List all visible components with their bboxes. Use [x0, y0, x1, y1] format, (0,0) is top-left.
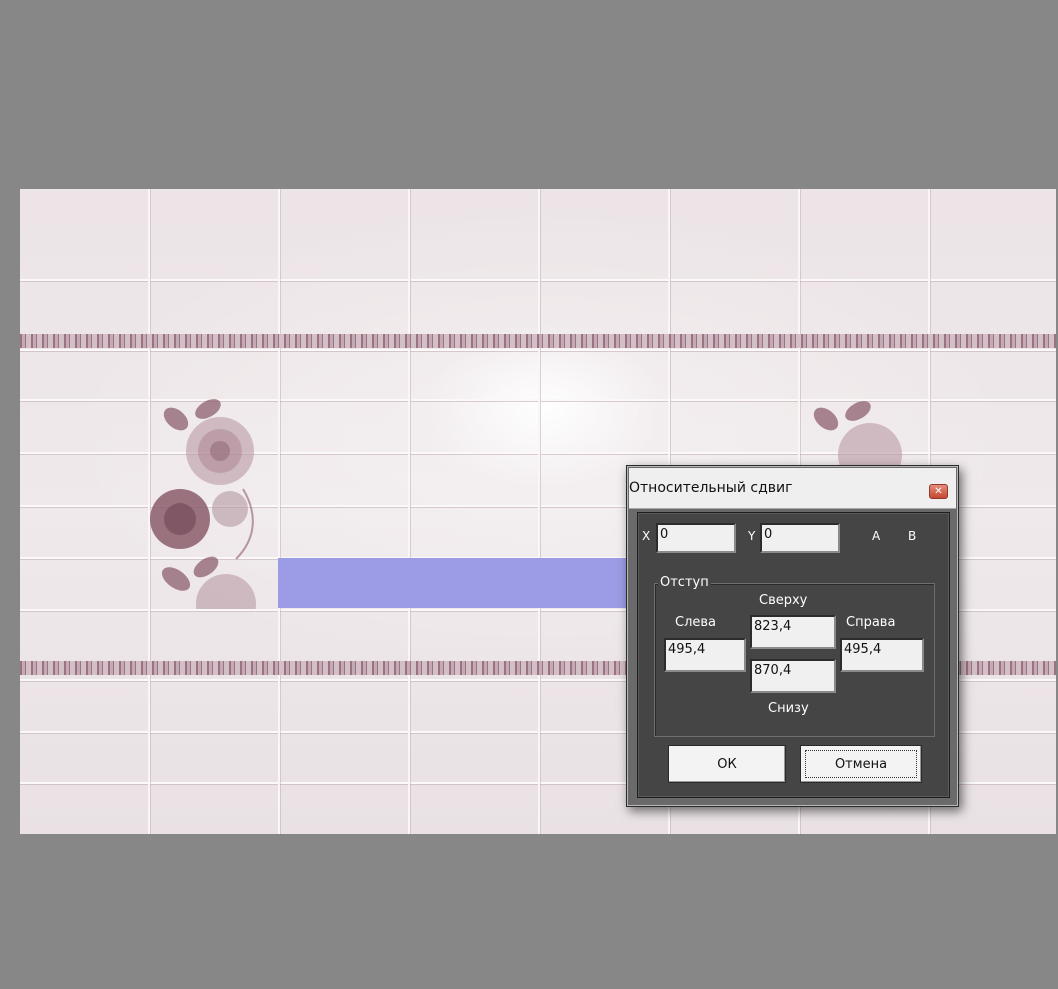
y-label: Y — [748, 529, 756, 543]
grout-line — [408, 189, 410, 834]
a-option[interactable]: A — [872, 529, 880, 543]
decor-border-strip — [20, 334, 1056, 348]
close-button[interactable]: ✕ — [929, 484, 948, 499]
top-input[interactable]: 823,4 — [750, 615, 836, 649]
focus-rectangle — [805, 750, 917, 778]
dialog-body: X 0 Y 0 A B Отступ Сверху 823,4 Слева 49… — [637, 512, 950, 798]
dialog-title: Относительный сдвиг — [629, 480, 793, 496]
left-input[interactable]: 495,4 — [664, 638, 746, 672]
left-label: Слева — [675, 615, 717, 630]
selected-tile-region[interactable] — [278, 558, 628, 608]
dialog-titlebar[interactable]: Относительный сдвиг ✕ — [629, 468, 956, 509]
indent-group-label: Отступ — [658, 575, 711, 590]
b-option[interactable]: B — [908, 529, 916, 543]
grout-line — [278, 189, 280, 834]
right-label: Справа — [846, 615, 896, 630]
grout-line — [538, 189, 540, 834]
x-input[interactable]: 0 — [656, 523, 736, 553]
cancel-button[interactable]: Отмена — [800, 745, 922, 783]
flower-decor-left — [150, 399, 256, 609]
ok-button[interactable]: ОК — [668, 745, 786, 783]
close-icon: ✕ — [934, 485, 943, 497]
top-label: Сверху — [759, 593, 808, 608]
bottom-label: Снизу — [768, 701, 809, 716]
y-input[interactable]: 0 — [760, 523, 840, 553]
x-label: X — [642, 529, 651, 543]
right-input[interactable]: 495,4 — [840, 638, 924, 672]
ok-button-label: ОК — [717, 756, 737, 772]
bottom-input[interactable]: 870,4 — [750, 659, 836, 693]
relative-shift-dialog: Относительный сдвиг ✕ X 0 Y 0 A B Отступ… — [626, 465, 959, 807]
